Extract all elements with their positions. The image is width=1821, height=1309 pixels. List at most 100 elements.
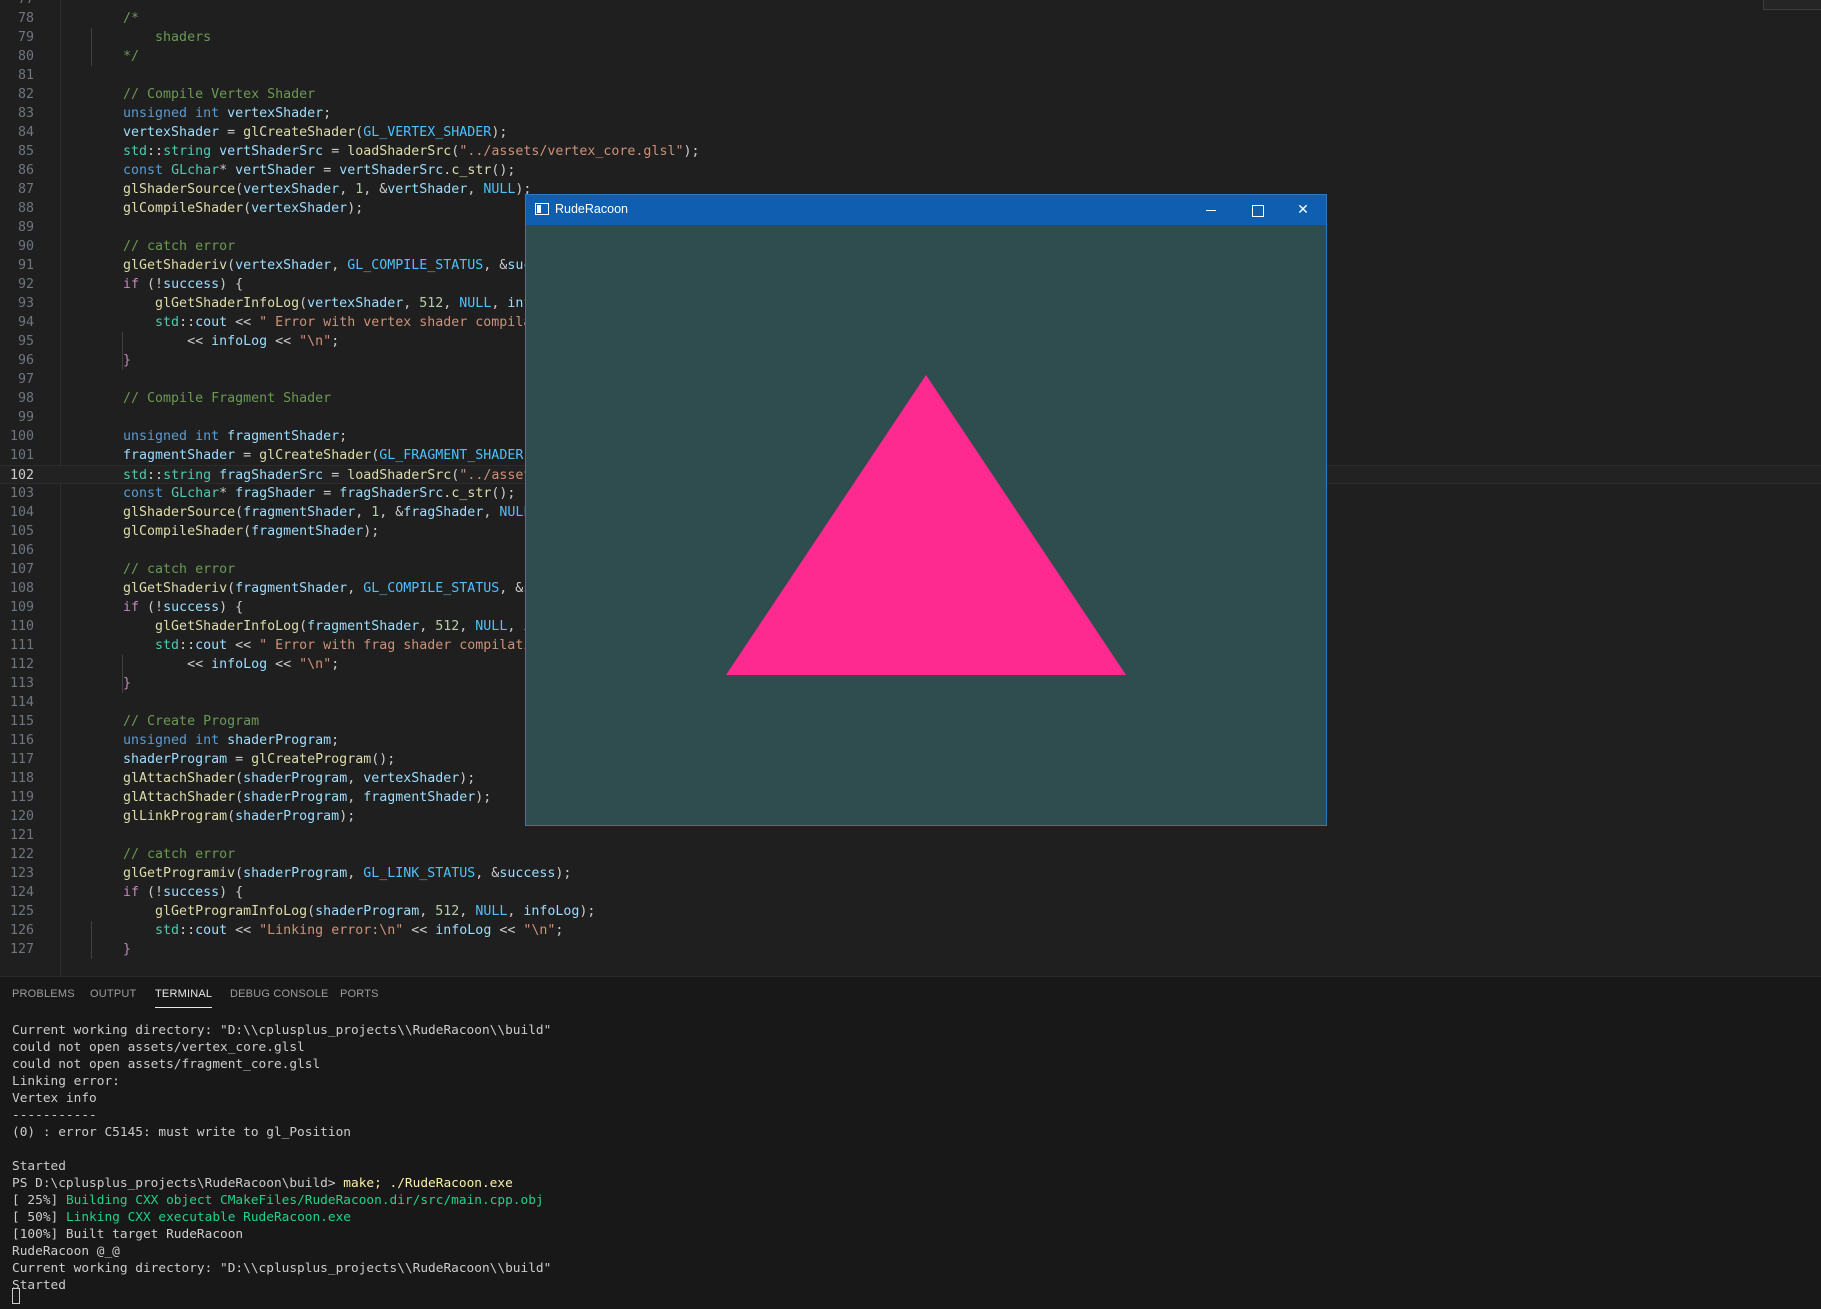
code-line[interactable]: 83 unsigned int vertexShader;: [0, 104, 1821, 123]
terminal-line: could not open assets/vertex_core.glsl: [12, 1039, 305, 1056]
code-text: glLinkProgram(shaderProgram);: [91, 807, 355, 826]
code-token: ;: [555, 923, 564, 938]
code-token: glShaderSource: [91, 182, 236, 197]
code-text: glGetShaderiv(fragmentShader, GL_COMPILE…: [91, 579, 595, 598]
code-line[interactable]: 124 if (!success) {: [0, 883, 1821, 902]
code-text: /*: [91, 9, 139, 28]
code-token: if: [91, 885, 148, 900]
line-number: 111: [9, 638, 34, 653]
code-token: *: [219, 486, 236, 501]
code-line[interactable]: 86 const GLchar* vertShader = vertShader…: [0, 161, 1821, 180]
code-line[interactable]: 84 vertexShader = glCreateShader(GL_VERT…: [0, 123, 1821, 142]
line-number: 91: [17, 258, 34, 273]
code-token: =: [315, 486, 340, 501]
tab-ports[interactable]: PORTS: [340, 988, 379, 1000]
code-token: if: [91, 277, 148, 292]
code-token: glGetShaderInfoLog: [91, 296, 300, 311]
code-line[interactable]: 78 /*: [0, 9, 1821, 28]
code-token: vertShaderSrc: [339, 163, 444, 178]
line-number: 99: [17, 410, 34, 425]
line-number: 105: [9, 524, 34, 539]
code-token: ,: [347, 866, 364, 881]
code-token: shaderProgram: [91, 752, 228, 767]
code-line[interactable]: 126 std::cout << "Linking error:\n" << i…: [0, 921, 1821, 940]
line-number: 100: [9, 429, 34, 444]
code-token: "\n": [299, 657, 332, 672]
close-button[interactable]: ✕: [1280, 195, 1326, 225]
code-token: vertexShader: [235, 258, 332, 273]
code-token: // Compile Fragment Shader: [91, 391, 332, 406]
code-line[interactable]: 77: [0, 0, 1821, 9]
code-token: ,: [483, 505, 500, 520]
code-line[interactable]: 82 // Compile Vertex Shader: [0, 85, 1821, 104]
code-token: ::: [179, 638, 196, 653]
line-number: 87: [17, 182, 34, 197]
code-line[interactable]: 123 glGetProgramiv(shaderProgram, GL_LIN…: [0, 864, 1821, 883]
code-token: glGetShaderiv: [91, 258, 228, 273]
code-text: if (!success) {: [91, 883, 243, 902]
maximize-button[interactable]: [1234, 195, 1280, 225]
code-token: "../assets/vertex_core.glsl": [459, 144, 684, 159]
line-number: 101: [9, 448, 34, 463]
code-token: (: [299, 619, 308, 634]
code-line[interactable]: 125 glGetProgramInfoLog(shaderProgram, 5…: [0, 902, 1821, 921]
tab-problems[interactable]: PROBLEMS: [12, 988, 75, 1000]
tab-output[interactable]: OUTPUT: [90, 988, 136, 1000]
window-titlebar[interactable]: RudeRacoon ✕: [526, 195, 1326, 225]
code-text: // Compile Fragment Shader: [91, 389, 331, 408]
code-line[interactable]: 80 */: [0, 47, 1821, 66]
code-line[interactable]: 127 }: [0, 940, 1821, 959]
render-canvas[interactable]: [526, 225, 1326, 825]
code-token: ,: [347, 771, 364, 786]
tab-debug-console[interactable]: DEBUG CONSOLE: [230, 988, 329, 1000]
terminal-line: Current working directory: "D:\\cplusplu…: [12, 1260, 551, 1277]
code-line[interactable]: 85 std::string vertShaderSrc = loadShade…: [0, 142, 1821, 161]
line-number: 82: [17, 87, 34, 102]
code-token: const: [91, 486, 172, 501]
code-token: // catch error: [91, 562, 236, 577]
code-token: (: [299, 296, 308, 311]
code-token: fragmentShader: [251, 524, 364, 539]
code-token: unsigned int: [91, 429, 228, 444]
code-token: /*: [91, 11, 140, 26]
code-token: =: [315, 163, 340, 178]
code-text: shaderProgram = glCreateProgram();: [91, 750, 395, 769]
code-line[interactable]: 79 shaders: [0, 28, 1821, 47]
code-token: <<: [267, 657, 300, 672]
bottom-panel: PROBLEMS OUTPUT TERMINAL DEBUG CONSOLE PORTS…: [0, 976, 1821, 1309]
code-text: vertexShader = glCreateShader(GL_VERTEX_…: [91, 123, 507, 142]
code-token: glGetProgramInfoLog: [91, 904, 308, 919]
code-line[interactable]: 121: [0, 826, 1821, 845]
code-token: glGetShaderInfoLog: [91, 619, 300, 634]
opengl-window[interactable]: RudeRacoon ✕: [525, 194, 1327, 826]
code-token: // catch error: [91, 847, 236, 862]
code-token: // catch error: [91, 239, 236, 254]
code-text: std::string vertShaderSrc = loadShaderSr…: [91, 142, 699, 161]
code-token: ,: [507, 904, 524, 919]
line-number: 97: [17, 372, 34, 387]
line-number: 89: [17, 220, 34, 235]
code-token: fragmentShader: [363, 790, 476, 805]
code-token: GL_VERTEX_SHADER: [363, 125, 492, 140]
terminal-line: could not open assets/fragment_core.glsl: [12, 1056, 320, 1073]
code-token: ;: [331, 733, 340, 748]
line-number: 79: [17, 30, 34, 45]
code-token: (: [243, 201, 252, 216]
code-token: , &: [483, 258, 508, 273]
tab-terminal[interactable]: TERMINAL: [155, 988, 213, 1008]
code-token: ::: [179, 923, 196, 938]
code-line[interactable]: 81: [0, 66, 1821, 85]
minimap-tab[interactable]: [1763, 0, 1821, 10]
terminal-line: PS D:\cplusplus_projects\RudeRacoon\buil…: [12, 1175, 513, 1192]
minimize-button[interactable]: [1188, 195, 1234, 225]
code-token: shaderProgram: [243, 866, 348, 881]
code-line[interactable]: 122 // catch error: [0, 845, 1821, 864]
code-token: ,: [507, 619, 524, 634]
terminal-text: RudeRacoon @_@: [12, 1244, 120, 1259]
code-token: (: [227, 809, 236, 824]
code-text: std::cout << " Error with frag shader co…: [91, 636, 587, 655]
line-number: 123: [9, 866, 34, 881]
code-text: }: [91, 674, 131, 693]
code-token: infoLog: [435, 923, 492, 938]
code-token: ;: [331, 334, 340, 349]
